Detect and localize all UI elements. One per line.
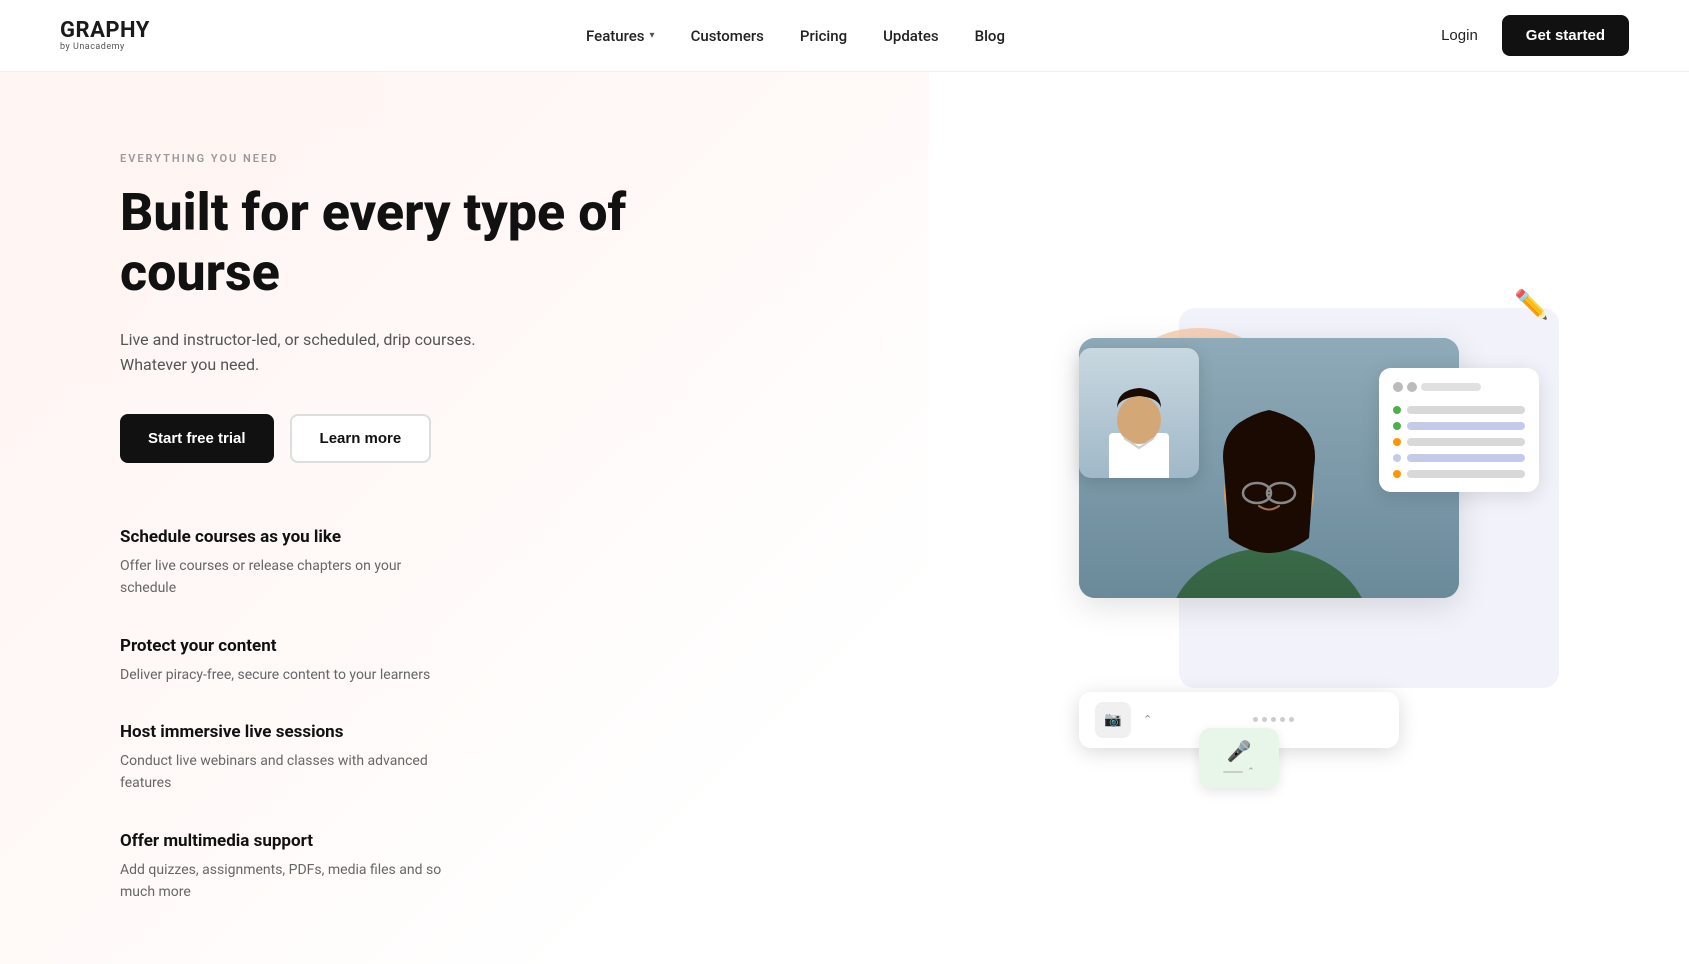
nav-features-link[interactable]: Features [586, 27, 644, 45]
expand-chevron: ⌃ [1247, 767, 1255, 777]
green-dot-1 [1393, 406, 1401, 414]
chat-row-2 [1393, 422, 1525, 430]
features-list: Schedule courses as you like Offer live … [120, 527, 849, 904]
orange-dot-1 [1393, 438, 1401, 446]
hero-buttons: Start free trial Learn more [120, 414, 849, 463]
dot-5 [1289, 717, 1294, 722]
logo-subtitle: by Unacademy [60, 43, 150, 52]
user-count-badge [1393, 382, 1525, 392]
nav-item-customers[interactable]: Customers [691, 26, 764, 45]
navbar: GRAPHY by Unacademy Features ▾ Customers… [0, 0, 1689, 72]
mic-expand-row: ⌃ [1223, 767, 1255, 777]
nav-right: Login Get started [1441, 15, 1629, 56]
dot-4 [1280, 717, 1285, 722]
chat-bar-3 [1407, 438, 1525, 446]
mic-icon: 🎤 [1226, 739, 1251, 763]
feature-item-1: Protect your content Deliver piracy-free… [120, 636, 849, 686]
nav-item-updates[interactable]: Updates [883, 26, 939, 45]
logo: GRAPHY by Unacademy [60, 20, 150, 52]
feature-desc-1: Deliver piracy-free, secure content to y… [120, 664, 460, 686]
feature-title-2: Host immersive live sessions [120, 722, 849, 742]
hero-heading: Built for every type of course [120, 183, 640, 303]
nav-item-blog[interactable]: Blog [975, 26, 1005, 45]
logo-name: GRAPHY [60, 20, 150, 42]
orange-dot-2 [1393, 470, 1401, 478]
hero-description: Live and instructor-led, or scheduled, d… [120, 327, 520, 378]
feature-item-0: Schedule courses as you like Offer live … [120, 527, 849, 600]
feature-desc-3: Add quizzes, assignments, PDFs, media fi… [120, 859, 460, 904]
mic-expand-bar [1223, 771, 1243, 773]
blue-dot-1 [1393, 454, 1401, 462]
dot-3 [1271, 717, 1276, 722]
nav-item-pricing[interactable]: Pricing [800, 26, 847, 45]
main-container: EVERYTHING YOU NEED Built for every type… [0, 72, 1689, 964]
nav-blog-link[interactable]: Blog [975, 27, 1005, 45]
feature-desc-2: Conduct live webinars and classes with a… [120, 750, 460, 795]
inset-person-card [1079, 348, 1199, 478]
eyebrow-text: EVERYTHING YOU NEED [120, 152, 849, 165]
feature-title-3: Offer multimedia support [120, 831, 849, 851]
camera-button[interactable]: 📷 [1095, 702, 1131, 738]
feature-desc-0: Offer live courses or release chapters o… [120, 555, 460, 600]
learn-more-button[interactable]: Learn more [290, 414, 432, 463]
dot-1 [1253, 717, 1258, 722]
control-dots [1164, 717, 1383, 722]
user-icon [1393, 382, 1403, 392]
start-free-trial-button[interactable]: Start free trial [120, 414, 274, 463]
chat-row-4 [1393, 454, 1525, 462]
green-dot-2 [1393, 422, 1401, 430]
chat-row-5 [1393, 470, 1525, 478]
dot-2 [1262, 717, 1267, 722]
chat-row-1 [1393, 406, 1525, 414]
chat-row-3 [1393, 438, 1525, 446]
expand-button: ⌃ [1143, 713, 1152, 726]
illustration-wrapper: ✏️ [1059, 228, 1559, 808]
chat-bar-1 [1407, 406, 1525, 414]
chat-bar-4 [1407, 454, 1525, 462]
nav-updates-link[interactable]: Updates [883, 27, 939, 45]
chat-bar-5 [1407, 470, 1525, 478]
nav-item-features[interactable]: Features ▾ [586, 27, 655, 45]
inset-person-svg [1079, 348, 1199, 478]
nav-pricing-link[interactable]: Pricing [800, 27, 847, 45]
user-bar [1421, 383, 1481, 391]
nav-customers-link[interactable]: Customers [691, 27, 764, 45]
nav-links: Features ▾ Customers Pricing Updates Blo… [586, 26, 1005, 45]
feature-item-2: Host immersive live sessions Conduct liv… [120, 722, 849, 795]
feature-title-1: Protect your content [120, 636, 849, 656]
mic-icon-wrap: 🎤 ⌃ [1223, 739, 1255, 777]
illustration-section: ✏️ [929, 72, 1689, 964]
mic-card[interactable]: 🎤 ⌃ [1199, 728, 1279, 788]
user-icon-2 [1407, 382, 1417, 392]
chat-panel [1379, 368, 1539, 492]
feature-item-3: Offer multimedia support Add quizzes, as… [120, 831, 849, 904]
feature-title-0: Schedule courses as you like [120, 527, 849, 547]
hero-section: EVERYTHING YOU NEED Built for every type… [0, 72, 929, 964]
chat-bar-2 [1407, 422, 1525, 430]
get-started-button[interactable]: Get started [1502, 15, 1629, 56]
login-button[interactable]: Login [1441, 27, 1478, 44]
pencil-icon: ✏️ [1514, 288, 1549, 321]
chevron-down-icon: ▾ [650, 30, 655, 41]
